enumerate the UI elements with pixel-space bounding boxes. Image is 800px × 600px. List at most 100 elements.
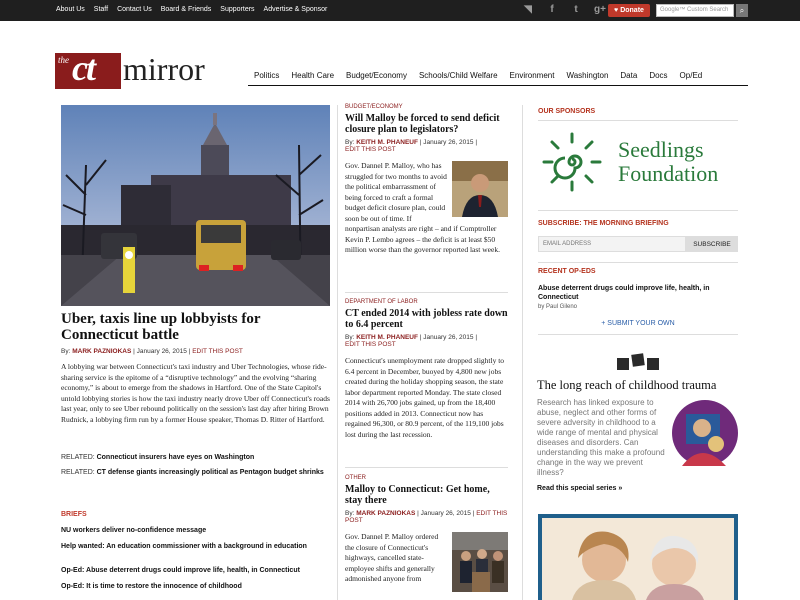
story-category[interactable]: DEPARTMENT OF LABOR: [345, 299, 508, 305]
main-nav: Politics Health Care Budget/Economy Scho…: [254, 71, 714, 80]
sidebar-divider: [538, 334, 738, 335]
social-links: ◥ f t g+: [516, 4, 612, 15]
blocks-icon: [617, 353, 659, 370]
sponsor-name-line2: Foundation: [618, 161, 719, 186]
story-thumbnail[interactable]: [452, 532, 508, 592]
story-body: Connecticut's unemployment rate dropped …: [345, 356, 505, 439]
email-field[interactable]: EMAIL ADDRESS: [538, 236, 686, 252]
lead-body: A lobbying war between Connecticut's tax…: [61, 362, 330, 424]
subscribe-heading: SUBSCRIBE: THE MORNING BRIEFING: [538, 220, 669, 227]
logo-ct: ct: [72, 48, 96, 88]
story-thumbnail[interactable]: [452, 161, 508, 217]
special-series-link[interactable]: Read this special series »: [537, 485, 622, 492]
rss-icon[interactable]: ◥: [516, 4, 540, 15]
submit-oped-link[interactable]: + SUBMIT YOUR OWN: [538, 320, 738, 327]
logo-badge: the ct: [55, 48, 121, 89]
brief-item[interactable]: Op-Ed: It is time to restore the innocen…: [61, 582, 331, 591]
top-bar: About Us Staff Contact Us Board & Friend…: [0, 0, 800, 21]
byline-date: January 26, 2015: [423, 139, 474, 146]
story-category[interactable]: BUDGET/ECONOMY: [345, 104, 508, 110]
sponsors-heading: OUR SPONSORS: [538, 108, 596, 115]
edit-post-link[interactable]: EDIT THIS POST: [192, 348, 243, 355]
related-item: RELATED: CT defense giants increasingly …: [61, 467, 331, 477]
related-label: RELATED:: [61, 454, 95, 461]
nav-oped[interactable]: Op/Ed: [680, 71, 703, 80]
column-divider: [337, 105, 338, 600]
logo-the: the: [58, 55, 69, 65]
oped-link[interactable]: Abuse deterrent drugs could improve life…: [538, 284, 738, 302]
subscribe-button[interactable]: SUBSCRIBE: [686, 236, 738, 252]
byline-label: By:: [61, 348, 71, 355]
column-divider: [522, 105, 523, 600]
related-link[interactable]: CT defense giants increasingly political…: [97, 469, 324, 476]
advertisement[interactable]: [538, 514, 738, 600]
story-byline: By: KEITH M. PHANEUF | January 26, 2015 …: [345, 334, 478, 348]
related-link[interactable]: Connecticut insurers have eyes on Washin…: [97, 454, 255, 461]
author-link[interactable]: KEITH M. PHANEUF: [356, 139, 418, 146]
nav-budget-economy[interactable]: Budget/Economy: [346, 71, 407, 80]
site-logo[interactable]: the ct mirror: [55, 48, 235, 91]
edit-post-link[interactable]: EDIT THIS POST: [345, 341, 396, 348]
story-headline[interactable]: CT ended 2014 with jobless rate down to …: [345, 308, 508, 330]
search-button[interactable]: ⌕: [736, 4, 748, 17]
facebook-icon[interactable]: f: [540, 4, 564, 15]
byline-date: January 26, 2015: [420, 510, 471, 517]
story-byline: By: MARK PAZNIOKAS | January 26, 2015 | …: [345, 510, 508, 524]
story-divider: [345, 292, 508, 293]
malloy-photo: [452, 161, 508, 217]
top-link-staff[interactable]: Staff: [94, 6, 108, 13]
heart-icon: ♥: [614, 7, 619, 14]
lead-photo[interactable]: [61, 105, 330, 306]
story-category[interactable]: OTHER: [345, 475, 508, 481]
special-series-body: Research has linked exposure to abuse, n…: [537, 398, 665, 477]
story-headline[interactable]: Malloy to Connecticut: Get home, stay th…: [345, 484, 508, 506]
press-conference-photo: [452, 532, 508, 592]
sponsor-logo[interactable]: Seedlings Foundation: [540, 130, 740, 194]
nav-docs[interactable]: Docs: [649, 71, 667, 80]
lead-headline[interactable]: Uber, taxis line up lobbyists for Connec…: [61, 311, 331, 343]
twitter-icon[interactable]: t: [564, 4, 588, 15]
oped-byline: by Paul Gileno: [538, 304, 578, 310]
recent-opeds-heading: RECENT OP-EDS: [538, 268, 596, 275]
donate-button[interactable]: ♥ Donate: [608, 4, 650, 17]
story-divider: [345, 467, 508, 468]
top-link-board[interactable]: Board & Friends: [161, 6, 212, 13]
author-link[interactable]: MARK PAZNIOKAS: [72, 348, 131, 355]
ad-photo: [542, 518, 734, 600]
nav-politics[interactable]: Politics: [254, 71, 279, 80]
byline-label: By:: [345, 334, 355, 341]
top-link-contact[interactable]: Contact Us: [117, 6, 152, 13]
seedlings-sun-icon: [542, 132, 602, 192]
top-link-supporters[interactable]: Supporters: [220, 6, 254, 13]
edit-post-link[interactable]: EDIT THIS POST: [345, 146, 396, 153]
search-input[interactable]: Google™ Custom Search: [656, 4, 734, 17]
sidebar-divider: [538, 262, 738, 263]
nav-health-care[interactable]: Health Care: [291, 71, 334, 80]
author-link[interactable]: KEITH M. PHANEUF: [356, 334, 418, 341]
nav-washington[interactable]: Washington: [566, 71, 608, 80]
special-series-illustration[interactable]: [672, 400, 738, 466]
brief-item[interactable]: Help wanted: An education commissioner w…: [61, 542, 331, 551]
story-headline[interactable]: Will Malloy be forced to send deficit cl…: [345, 113, 508, 135]
byline-label: By:: [345, 139, 355, 146]
special-series-title[interactable]: The long reach of childhood trauma: [537, 378, 742, 393]
top-link-about[interactable]: About Us: [56, 6, 85, 13]
lead-byline: By: MARK PAZNIOKAS | January 26, 2015 | …: [61, 348, 243, 355]
story-card: OTHER Malloy to Connecticut: Get home, s…: [345, 475, 508, 596]
top-links: About Us Staff Contact Us Board & Friend…: [56, 6, 336, 13]
sidebar-divider: [538, 210, 738, 211]
sponsor-name-line1: Seedlings: [618, 137, 704, 162]
briefs-heading: BRIEFS: [61, 511, 87, 518]
sponsor-name: Seedlings Foundation: [618, 138, 718, 186]
related-item: RELATED: Connecticut insurers have eyes …: [61, 452, 331, 462]
nav-data[interactable]: Data: [620, 71, 637, 80]
brief-item[interactable]: NU workers deliver no-confidence message: [61, 526, 331, 535]
donate-label: Donate: [620, 7, 644, 14]
byline-date: January 26, 2015: [423, 334, 474, 341]
top-link-advertise[interactable]: Advertise & Sponsor: [264, 6, 328, 13]
lead-photo-image: [61, 105, 330, 306]
nav-environment[interactable]: Environment: [510, 71, 555, 80]
nav-schools[interactable]: Schools/Child Welfare: [419, 71, 498, 80]
brief-item[interactable]: Op-Ed: Abuse deterrent drugs could impro…: [61, 566, 331, 575]
author-link[interactable]: MARK PAZNIOKAS: [356, 510, 415, 517]
